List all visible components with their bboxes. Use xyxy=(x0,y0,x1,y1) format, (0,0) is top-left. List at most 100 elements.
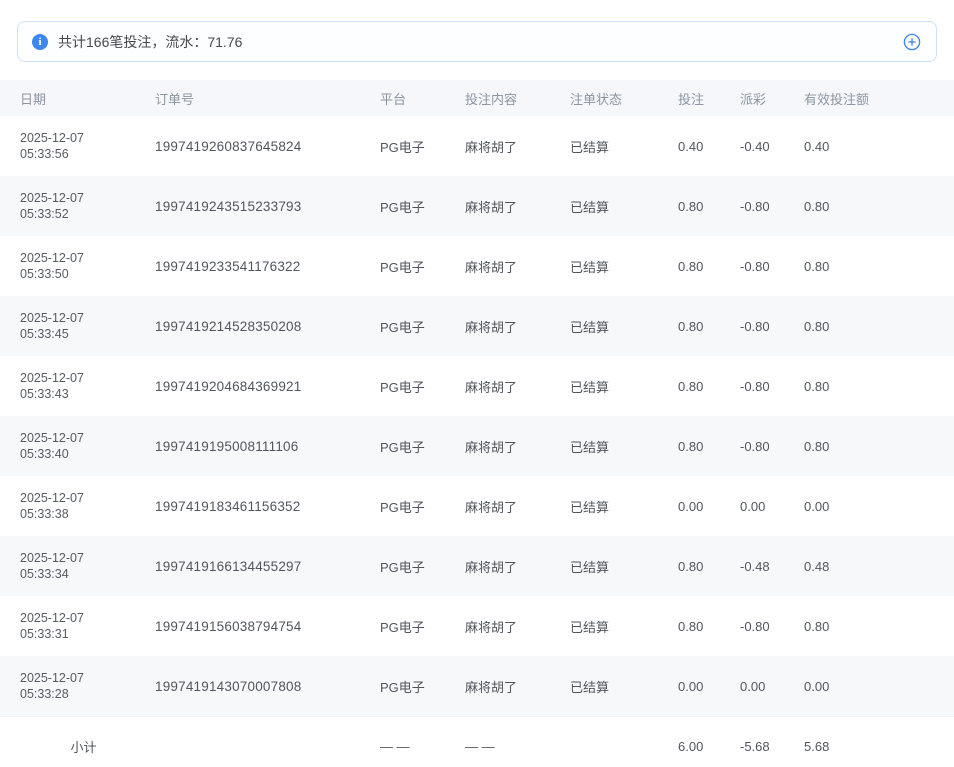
cell-content: 麻将胡了 xyxy=(465,437,570,456)
cell-status: 已结算 xyxy=(570,377,678,396)
cell-date: 2025-12-0705:33:45 xyxy=(20,310,155,342)
cell-payout: 0.00 xyxy=(740,679,804,694)
cell-order: 1997419195008111106 xyxy=(155,439,380,454)
cell-order: 1997419214528350208 xyxy=(155,319,380,334)
cell-date: 2025-12-0705:33:38 xyxy=(20,490,155,522)
cell-content: 麻将胡了 xyxy=(465,377,570,396)
cell-payout: -0.80 xyxy=(740,259,804,274)
table-row: 2025-12-0705:33:341997419166134455297PG电… xyxy=(0,536,954,596)
table-row: 2025-12-0705:33:561997419260837645824PG电… xyxy=(0,116,954,176)
cell-order: 1997419156038794754 xyxy=(155,619,380,634)
cell-payout: -0.80 xyxy=(740,199,804,214)
cell-order: 1997419243515233793 xyxy=(155,199,380,214)
cell-order: 1997419233541176322 xyxy=(155,259,380,274)
cell-platform: PG电子 xyxy=(380,377,465,396)
cell-valid: 0.80 xyxy=(804,379,934,394)
cell-payout: 0.00 xyxy=(740,499,804,514)
subtotal-bet: 6.00 xyxy=(678,739,740,754)
col-header-order: 订单号 xyxy=(155,89,380,108)
cell-bet: 0.00 xyxy=(678,499,740,514)
cell-order: 1997419143070007808 xyxy=(155,679,380,694)
cell-order: 1997419260837645824 xyxy=(155,139,380,154)
col-header-status: 注单状态 xyxy=(570,89,678,108)
col-header-date: 日期 xyxy=(20,89,155,108)
cell-valid: 0.80 xyxy=(804,439,934,454)
cell-content: 麻将胡了 xyxy=(465,317,570,336)
cell-platform: PG电子 xyxy=(380,437,465,456)
subtotal-content: — — xyxy=(465,739,570,754)
col-header-valid: 有效投注额 xyxy=(804,89,934,108)
cell-platform: PG电子 xyxy=(380,257,465,276)
cell-bet: 0.80 xyxy=(678,559,740,574)
cell-bet: 0.00 xyxy=(678,679,740,694)
col-header-payout: 派彩 xyxy=(740,89,804,108)
cell-date: 2025-12-0705:33:40 xyxy=(20,430,155,462)
cell-status: 已结算 xyxy=(570,317,678,336)
cell-status: 已结算 xyxy=(570,437,678,456)
cell-content: 麻将胡了 xyxy=(465,197,570,216)
cell-bet: 0.80 xyxy=(678,379,740,394)
cell-content: 麻将胡了 xyxy=(465,557,570,576)
betting-records-page: i 共计166笔投注，流水：71.76 日期 订单号 平台 投注内容 注单状态 … xyxy=(0,0,954,767)
cell-bet: 0.80 xyxy=(678,319,740,334)
cell-payout: -0.80 xyxy=(740,319,804,334)
cell-status: 已结算 xyxy=(570,197,678,216)
cell-platform: PG电子 xyxy=(380,557,465,576)
circle-plus-icon[interactable] xyxy=(902,32,922,52)
cell-order: 1997419204684369921 xyxy=(155,379,380,394)
subtotal-label: 小计 xyxy=(20,737,155,756)
cell-date: 2025-12-0705:33:56 xyxy=(20,130,155,162)
subtotal-platform: — — xyxy=(380,739,465,754)
cell-platform: PG电子 xyxy=(380,677,465,696)
cell-order: 1997419183461156352 xyxy=(155,499,380,514)
cell-status: 已结算 xyxy=(570,617,678,636)
cell-date: 2025-12-0705:33:52 xyxy=(20,190,155,222)
cell-platform: PG电子 xyxy=(380,197,465,216)
cell-date: 2025-12-0705:33:43 xyxy=(20,370,155,402)
cell-payout: -0.80 xyxy=(740,619,804,634)
bets-table: 日期 订单号 平台 投注内容 注单状态 投注 派彩 有效投注额 2025-12-… xyxy=(0,80,954,767)
cell-status: 已结算 xyxy=(570,677,678,696)
cell-bet: 0.80 xyxy=(678,439,740,454)
subtotal-payout: -5.68 xyxy=(740,739,804,754)
cell-valid: 0.80 xyxy=(804,259,934,274)
cell-content: 麻将胡了 xyxy=(465,497,570,516)
table-row: 2025-12-0705:33:451997419214528350208PG电… xyxy=(0,296,954,356)
cell-valid: 0.80 xyxy=(804,319,934,334)
subtotal-row: 小计 — — — — 6.00 -5.68 5.68 xyxy=(0,716,954,767)
cell-content: 麻将胡了 xyxy=(465,257,570,276)
cell-status: 已结算 xyxy=(570,497,678,516)
col-header-content: 投注内容 xyxy=(465,89,570,108)
summary-text: 共计166笔投注，流水：71.76 xyxy=(58,32,902,52)
cell-bet: 0.80 xyxy=(678,619,740,634)
cell-bet: 0.80 xyxy=(678,259,740,274)
cell-date: 2025-12-0705:33:50 xyxy=(20,250,155,282)
col-header-bet: 投注 xyxy=(678,89,740,108)
cell-bet: 0.80 xyxy=(678,199,740,214)
cell-valid: 0.48 xyxy=(804,559,934,574)
cell-valid: 0.80 xyxy=(804,619,934,634)
cell-platform: PG电子 xyxy=(380,497,465,516)
cell-status: 已结算 xyxy=(570,557,678,576)
table-header: 日期 订单号 平台 投注内容 注单状态 投注 派彩 有效投注额 xyxy=(0,80,954,116)
cell-date: 2025-12-0705:33:28 xyxy=(20,670,155,702)
cell-content: 麻将胡了 xyxy=(465,677,570,696)
cell-valid: 0.80 xyxy=(804,199,934,214)
cell-date: 2025-12-0705:33:34 xyxy=(20,550,155,582)
table-row: 2025-12-0705:33:431997419204684369921PG电… xyxy=(0,356,954,416)
cell-platform: PG电子 xyxy=(380,317,465,336)
subtotal-valid: 5.68 xyxy=(804,739,934,754)
table-body: 2025-12-0705:33:561997419260837645824 PG电… xyxy=(0,116,954,716)
cell-content: 麻将胡了 xyxy=(465,617,570,636)
cell-content: 麻将胡了 xyxy=(465,137,570,156)
cell-payout: -0.80 xyxy=(740,379,804,394)
cell-status: 已结算 xyxy=(570,257,678,276)
col-header-platform: 平台 xyxy=(380,89,465,108)
summary-bar: i 共计166笔投注，流水：71.76 xyxy=(17,21,937,62)
cell-payout: -0.48 xyxy=(740,559,804,574)
cell-order: 1997419166134455297 xyxy=(155,559,380,574)
table-row: 2025-12-0705:33:311997419156038794754PG电… xyxy=(0,596,954,656)
table-row: 2025-12-0705:33:521997419243515233793PG电… xyxy=(0,176,954,236)
table-row: 2025-12-0705:33:501997419233541176322PG电… xyxy=(0,236,954,296)
table-row: 2025-12-0705:33:381997419183461156352PG电… xyxy=(0,476,954,536)
